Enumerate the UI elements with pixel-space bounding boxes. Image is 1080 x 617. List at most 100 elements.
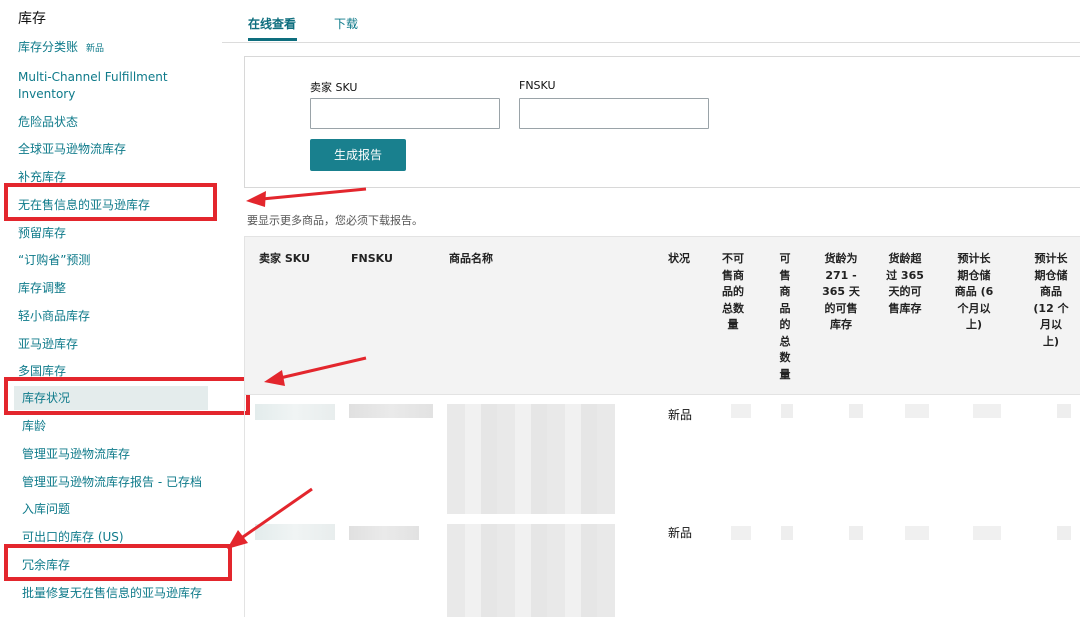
blurred-value [849,526,863,540]
sidebar-item-manage-fba-inventory[interactable]: 管理亚马逊物流库存 [22,446,130,463]
column-header-unsellable-quantity[interactable]: 不可 售商 品的 总数 量 [715,251,751,334]
fnsku-label: FNSKU [519,79,556,92]
blurred-value [1057,526,1071,540]
header-line: 售商 [722,268,744,282]
header-line: 量 [779,367,791,381]
sidebar-item-mcf-inventory[interactable]: Multi-Channel Fulfillment Inventory [18,69,168,103]
column-header-condition[interactable]: 状况 [668,251,690,268]
column-header-seller-sku[interactable]: 卖家 SKU [259,251,310,268]
sidebar-item-label: Inventory [18,87,76,101]
header-line: 品 [779,301,791,315]
blurred-fnsku [349,404,433,418]
sidebar-item-inbound-problems[interactable]: 入库问题 [22,501,70,518]
table-header: 卖家 SKU FNSKU 商品名称 状况 不可 售商 品的 总数 量 可 售 商… [245,236,1080,395]
blurred-value [731,404,751,418]
header-line: 货龄超 [888,252,922,265]
column-header-age-271-365[interactable]: 货龄为 271 - 365 天 的可售 库存 [817,251,865,334]
header-line: 上) [965,318,983,331]
column-header-ltsf-6-months[interactable]: 预计长 期仓储 商品 (6 个月以 上) [947,251,1001,334]
header-line: 不可 [722,252,744,265]
sidebar-item-inventory-age[interactable]: 库龄 [22,418,46,435]
annotation-box-inventory-health [4,377,250,415]
sidebar-item-global-fba-inventory[interactable]: 全球亚马逊物流库存 [18,141,126,158]
header-line: 的 [779,318,791,331]
inventory-table: 卖家 SKU FNSKU 商品名称 状况 不可 售商 品的 总数 量 可 售 商… [244,236,1080,617]
header-line: 总 [779,334,791,348]
blurred-value [973,526,1001,540]
header-line: 数 [779,351,791,364]
sidebar-item-reserved-inventory[interactable]: 预留库存 [18,225,66,242]
header-line: 月以 [1040,318,1062,331]
header-line: 售库存 [888,301,922,315]
header-line: 品的 [722,285,744,298]
blurred-value [781,404,793,418]
header-line: 预计长 [1034,252,1068,265]
tab-download[interactable]: 下载 [334,15,358,32]
sidebar: 库存 库存分类账 新品 Multi-Channel Fulfillment Inve… [0,0,232,617]
annotation-box-stranded [4,183,217,221]
blurred-value [905,404,929,418]
sidebar-item-subscribe-save-forecast[interactable]: “订购省”预测 [18,252,90,269]
sidebar-item-label: 库存分类账 [18,40,79,54]
header-line: (12 个 [1033,301,1069,315]
blurred-value [781,526,793,540]
sidebar-item-inventory-adjustments[interactable]: 库存调整 [18,280,66,297]
header-line: 期仓储 [1034,268,1068,282]
header-line: 的可售 [824,301,858,315]
generate-report-button[interactable]: 生成报告 [310,139,406,171]
header-line: 期仓储 [957,268,991,282]
sidebar-item-amazon-inventory[interactable]: 亚马逊库存 [18,336,78,353]
header-line: 过 365 [886,268,924,282]
header-line: 商品 (6 [954,285,994,298]
sidebar-item-inventory-ledger[interactable]: 库存分类账 新品 [18,39,104,58]
header-line: 个月以 [957,301,991,315]
blurred-fnsku [349,526,419,540]
blurred-value [1057,404,1071,418]
fnsku-input[interactable] [519,98,709,129]
sidebar-item-label: Multi-Channel Fulfillment [18,70,168,84]
header-line: 库存 [830,318,852,331]
column-header-ltsf-12-months[interactable]: 预计长 期仓储 商品 (12 个 月以 上) [1027,251,1075,350]
condition-cell: 新品 [668,408,693,422]
header-line: 商 [779,285,791,298]
header-line: 总数 [722,301,744,315]
header-line: 预计长 [957,252,991,265]
blurred-value [973,404,1001,418]
annotation-box-excess-inventory [4,544,232,581]
header-line: 售 [779,268,791,282]
tab-bar: 在线查看 下载 [222,0,1080,43]
header-line: 上) [1042,334,1060,348]
blurred-value [849,404,863,418]
blurred-value [731,526,751,540]
seller-sku-input[interactable] [310,98,500,129]
seller-sku-label: 卖家 SKU [310,81,358,94]
header-line: 可 [779,252,791,265]
header-line: 量 [727,318,739,331]
header-line: 货龄为 [824,252,858,265]
filter-panel: 卖家 SKU FNSKU 生成报告 [244,56,1080,188]
arrow-to-stranded [246,187,367,207]
active-tab-indicator [248,38,297,41]
sidebar-item-manage-fba-inventory-archived[interactable]: 管理亚马逊物流库存报告 - 已存档 [22,474,202,491]
header-line: 天的可 [888,285,922,298]
column-header-product-name[interactable]: 商品名称 [449,251,493,268]
header-line: 271 - [825,268,857,282]
blurred-sku [255,524,335,540]
blurred-sku [255,404,335,420]
sidebar-title: 库存 [18,11,46,27]
new-badge: 新品 [86,44,105,54]
sidebar-item-dangerous-goods[interactable]: 危险品状态 [18,114,78,131]
column-header-sellable-quantity[interactable]: 可 售 商 品 的 总 数 量 [775,251,795,383]
header-line: 商品 [1040,285,1062,298]
tab-view-online[interactable]: 在线查看 [248,15,296,32]
header-line: 365 天 [822,285,860,298]
condition-cell: 新品 [668,526,693,540]
sidebar-item-small-light-inventory[interactable]: 轻小商品库存 [18,308,90,325]
blurred-product-name [447,524,615,617]
column-header-fnsku[interactable]: FNSKU [351,251,393,268]
download-note: 要显示更多商品，您必须下载报告。 [247,214,423,227]
column-header-age-over-365[interactable]: 货龄超 过 365 天的可 售库存 [881,251,929,317]
sidebar-item-bulk-fix-stranded[interactable]: 批量修复无在售信息的亚马逊库存 [22,585,202,602]
blurred-product-name [447,404,615,514]
blurred-value [905,526,929,540]
